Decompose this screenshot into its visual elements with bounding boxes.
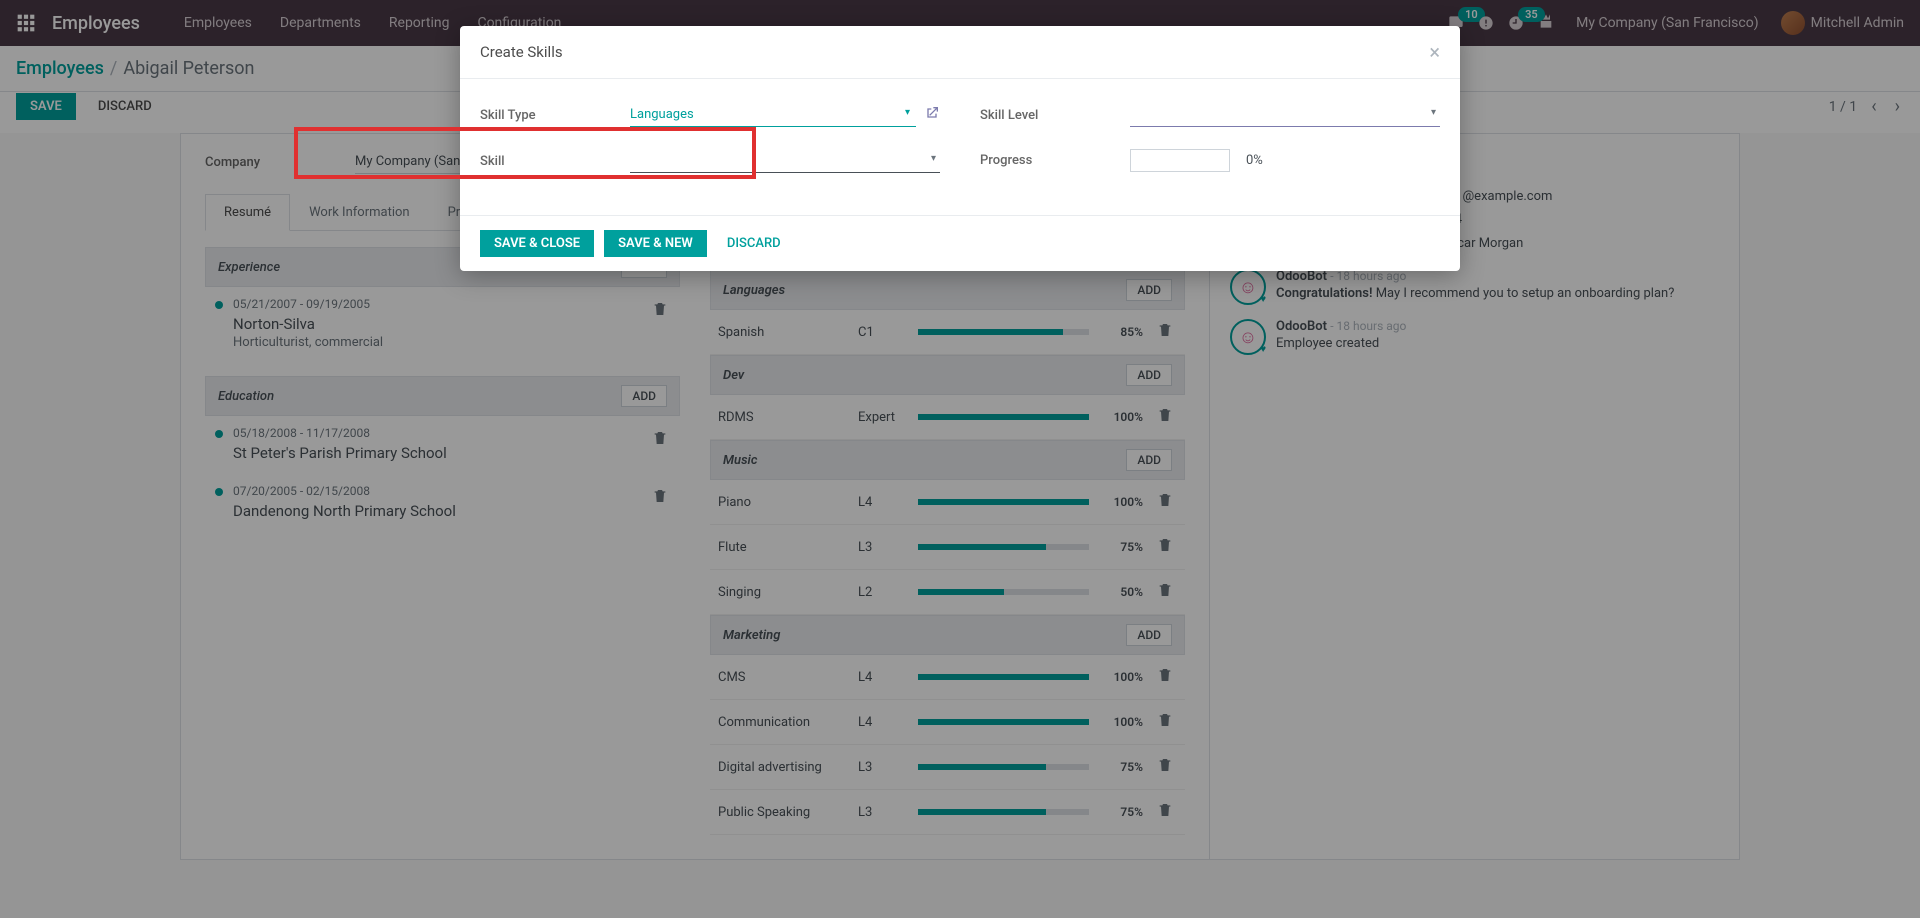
skill-type-input[interactable] bbox=[630, 103, 916, 127]
save-new-button[interactable]: SAVE & NEW bbox=[604, 230, 707, 257]
skill-label: Skill bbox=[480, 154, 630, 169]
skill-level-label: Skill Level bbox=[980, 108, 1130, 123]
skill-row: Skill ▾ bbox=[480, 149, 940, 173]
save-close-button[interactable]: SAVE & CLOSE bbox=[480, 230, 594, 257]
skill-input[interactable] bbox=[630, 149, 940, 173]
create-skills-modal: Create Skills × Skill Type ▾ Skill ▾ bbox=[460, 26, 1460, 271]
progress-row: Progress 0% bbox=[980, 149, 1440, 172]
skill-type-row: Skill Type ▾ bbox=[480, 103, 940, 127]
progress-pct: 0% bbox=[1246, 153, 1263, 168]
external-link-icon[interactable] bbox=[924, 105, 940, 125]
skill-level-row: Skill Level ▾ bbox=[980, 103, 1440, 127]
skill-level-input[interactable] bbox=[1130, 103, 1440, 127]
progress-input[interactable] bbox=[1130, 149, 1230, 172]
modal-title: Create Skills bbox=[480, 43, 563, 61]
skill-type-label: Skill Type bbox=[480, 108, 630, 123]
modal-discard-button[interactable]: DISCARD bbox=[717, 230, 791, 257]
close-icon[interactable]: × bbox=[1429, 40, 1440, 64]
progress-label: Progress bbox=[980, 153, 1130, 168]
